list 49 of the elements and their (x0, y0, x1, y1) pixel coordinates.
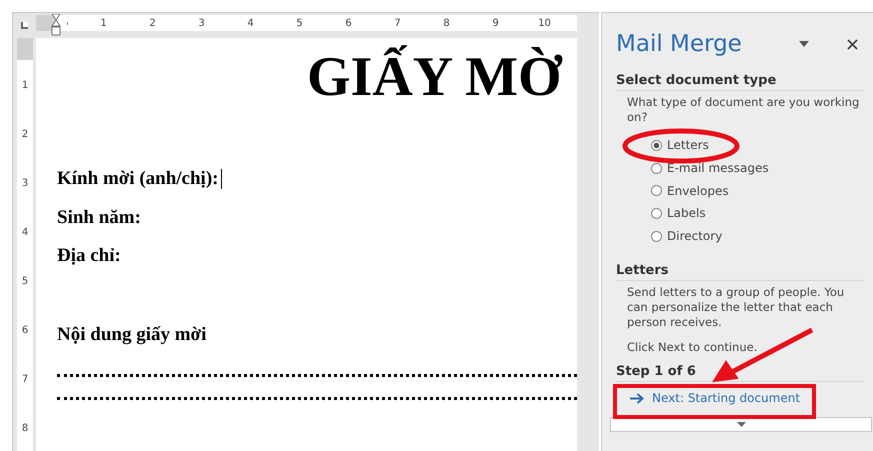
ruler-number: 4 (247, 18, 254, 28)
document-text: Địa chỉ: (57, 245, 121, 268)
next-link[interactable]: Next: Starting document (616, 382, 866, 406)
ruler-number: 8 (22, 423, 28, 434)
vertical-ruler[interactable]: 1 2 3 4 5 6 7 8 (17, 38, 33, 451)
radio-button[interactable] (651, 185, 662, 196)
hint-text: Click Next to continue. (627, 340, 758, 356)
ruler-number: 1 (22, 80, 28, 91)
close-icon[interactable] (847, 38, 858, 50)
indent-marker-icon[interactable] (51, 14, 61, 36)
section-heading: Letters (616, 263, 864, 282)
scroll-down-button[interactable] (610, 417, 872, 432)
radio-option[interactable]: Directory (651, 224, 866, 248)
radio-option[interactable]: E-mail messages (651, 156, 866, 180)
ruler-number: 8 (443, 18, 450, 28)
ruler-number: 2 (149, 18, 156, 28)
question-text: What type of document are you working on? (627, 95, 860, 125)
document-text: Nội dung giấy mời (57, 324, 206, 346)
dropdown-caret-icon[interactable] (799, 41, 809, 47)
ruler-number: 7 (394, 18, 401, 28)
document-text: Sinh năm: (57, 206, 141, 229)
document-text: Kính mời (anh/chị): (57, 168, 218, 190)
document-title: GIẤY MỜ (306, 44, 564, 110)
ruler-number: 1 (100, 18, 107, 28)
ruler-number: 10 (538, 18, 551, 28)
radio-option[interactable]: Letters (651, 134, 866, 157)
ruler-number: 2 (22, 129, 28, 140)
pane-title: Mail Merge (616, 31, 743, 57)
radio-button[interactable] (651, 230, 662, 242)
radio-option[interactable]: Labels (651, 202, 866, 225)
section-heading: Select document type (616, 73, 864, 91)
radio-button[interactable] (651, 162, 662, 174)
radio-button[interactable] (651, 140, 662, 151)
ruler-number: 6 (22, 325, 28, 336)
description-text: Send letters to a group of people. You can personalize the letter that each person receives. (627, 285, 846, 330)
ruler-number: 4 (22, 227, 28, 238)
ruler-number: 6 (345, 18, 352, 28)
horizontal-ruler[interactable]: 1 2 3 4 5 6 7 8 9 10 (36, 15, 577, 31)
ruler-number: 9 (492, 18, 499, 28)
arrow-right-icon (630, 392, 644, 404)
ruler-number: 3 (22, 178, 28, 189)
radio-option[interactable]: Envelopes (651, 179, 866, 202)
ruler-number: 5 (296, 18, 303, 28)
ruler-number: 7 (22, 374, 28, 385)
radio-button[interactable] (651, 208, 662, 219)
caret-down-icon (736, 422, 746, 428)
tab-stop-icon[interactable] (21, 22, 28, 29)
ruler-number: 5 (22, 276, 28, 287)
ruler-number: 3 (198, 18, 205, 28)
